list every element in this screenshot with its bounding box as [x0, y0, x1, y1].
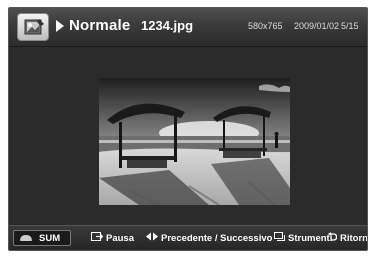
sum-icon: [20, 235, 32, 241]
back-label: Ritorno: [340, 232, 368, 244]
photo-album-icon: [17, 13, 49, 41]
play-icon: [56, 20, 64, 32]
footer-bar: SUM Pausa Precedente / Successivo Strume…: [9, 225, 367, 250]
image-date: 2009/01/02: [294, 21, 340, 31]
pause-button[interactable]: Pausa: [91, 226, 134, 250]
image-viewer-area: [9, 47, 367, 228]
prev-next-label: Precedente / Successivo: [161, 232, 273, 244]
image-counter: 5/15: [341, 21, 359, 31]
pause-label: Pausa: [106, 232, 134, 244]
tools-icon: [274, 232, 285, 244]
displayed-photo: [99, 78, 290, 205]
sum-label: SUM: [39, 232, 61, 244]
back-button[interactable]: Ritorno: [328, 226, 368, 250]
header-bar: Normale 1234.jpg 580x765 2009/01/02 5/15: [9, 8, 367, 47]
photo-viewer-screen: Normale 1234.jpg 580x765 2009/01/02 5/15: [8, 7, 368, 251]
pause-icon: [91, 232, 104, 244]
file-name: 1234.jpg: [141, 18, 194, 33]
prev-next-button[interactable]: Precedente / Successivo: [146, 226, 272, 250]
tools-button[interactable]: Strumenti: [274, 226, 332, 250]
view-mode-label: Normale: [69, 17, 131, 34]
tools-label: Strumenti: [288, 232, 333, 244]
sum-button[interactable]: SUM: [13, 230, 71, 246]
return-arrow-icon: [328, 232, 338, 244]
image-resolution: 580x765: [248, 21, 283, 31]
left-right-arrows-icon: [146, 232, 158, 244]
